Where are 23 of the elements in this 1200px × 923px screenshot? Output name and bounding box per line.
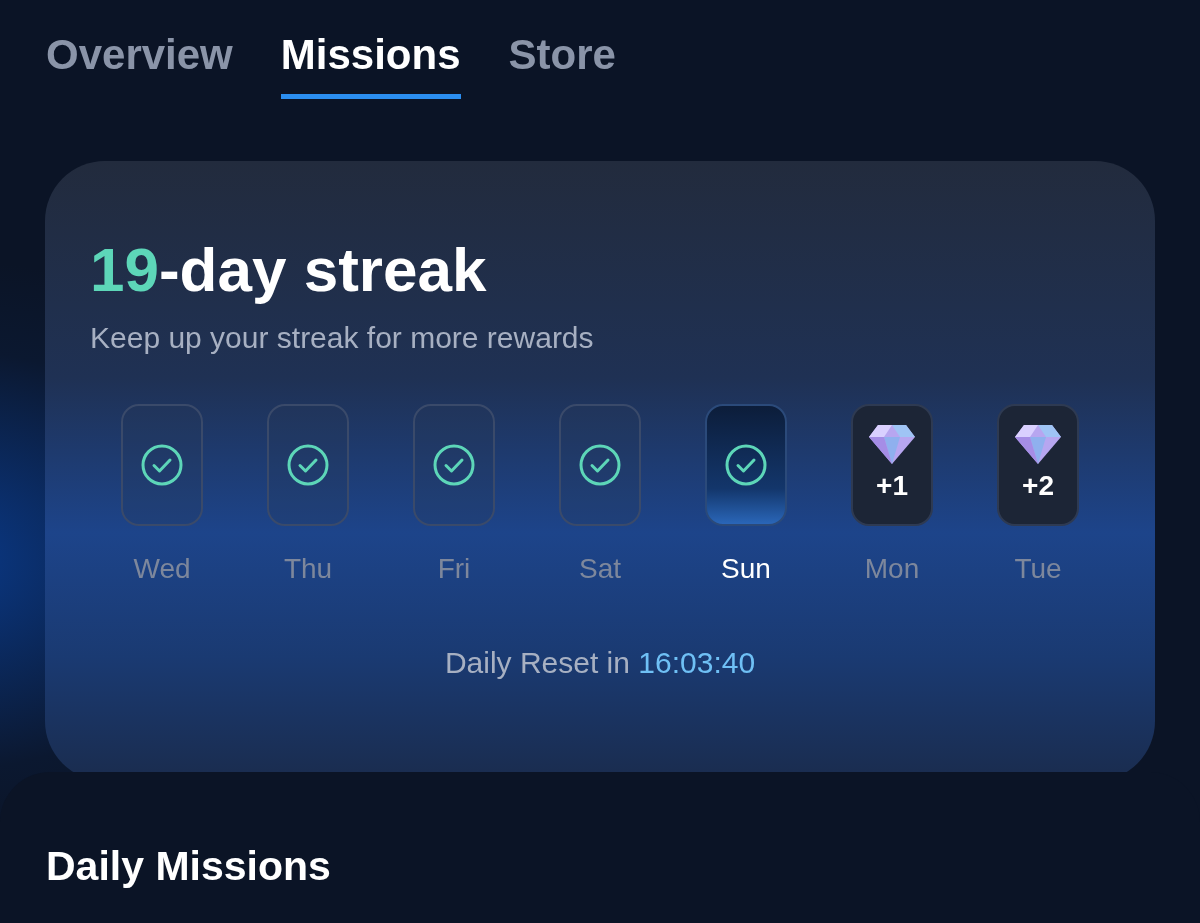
day-label: Fri xyxy=(437,552,471,587)
tab[interactable]: Store xyxy=(508,30,616,100)
streak-title: 19-day streak xyxy=(90,239,488,302)
day-label: Mon xyxy=(864,552,920,587)
diamond-icon xyxy=(1014,423,1062,466)
check-icon xyxy=(286,443,330,488)
day-label: Sat xyxy=(579,552,621,587)
check-icon xyxy=(140,443,184,488)
section-title: Daily Missions xyxy=(46,842,332,891)
check-icon xyxy=(724,443,768,488)
check-icon xyxy=(578,443,622,488)
check-icon xyxy=(432,443,476,488)
daily-reset-text: Daily Reset in 16:03:40 xyxy=(443,645,757,682)
day-label: Thu xyxy=(283,552,333,587)
day-label: Tue xyxy=(1014,552,1062,587)
day-label: Sun xyxy=(721,552,771,587)
reward-amount: +1 xyxy=(876,469,908,504)
tab[interactable]: Missions xyxy=(280,30,461,100)
reward-amount: +2 xyxy=(1022,469,1054,504)
diamond-icon xyxy=(868,423,916,466)
day-label: Wed xyxy=(133,552,191,587)
tab[interactable]: Overview xyxy=(46,30,233,100)
streak-subtitle: Keep up your streak for more rewards xyxy=(90,320,595,357)
